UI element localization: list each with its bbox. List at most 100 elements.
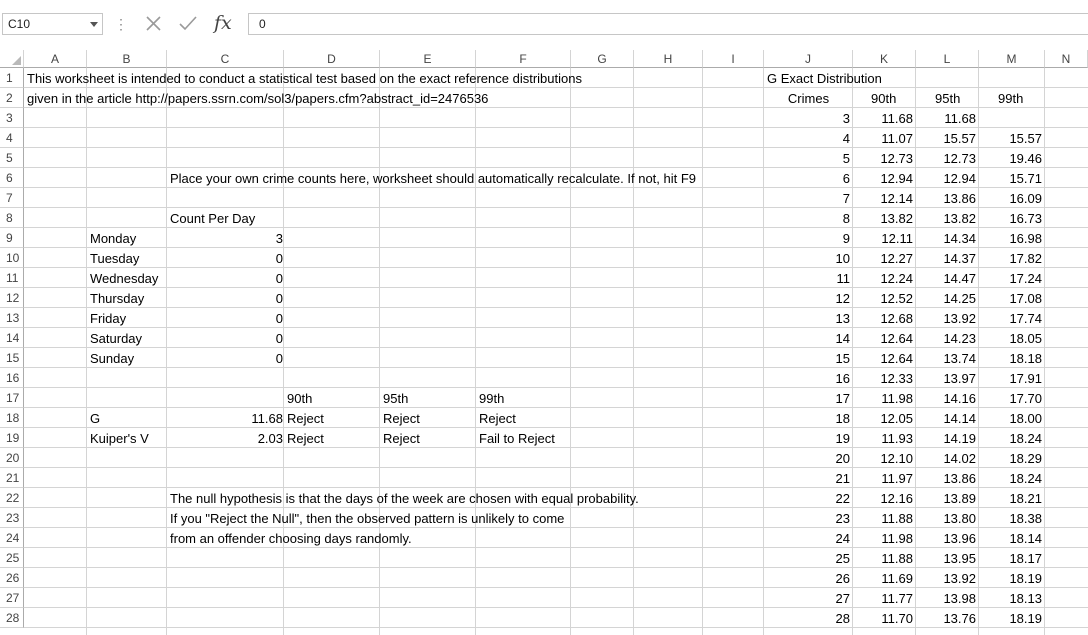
distribution-99th[interactable]: 18.19 [979,568,1045,588]
distribution-95th[interactable]: 13.96 [916,528,979,548]
distribution-95th[interactable]: 14.37 [916,248,979,268]
chevron-down-icon[interactable] [90,22,98,27]
test-result-99[interactable]: Fail to Reject [476,428,558,448]
row-header[interactable]: 17 [0,388,24,408]
select-all-corner[interactable] [0,50,24,68]
distribution-95th[interactable]: 14.14 [916,408,979,428]
distribution-crimes[interactable]: 19 [764,428,853,448]
note-line-3[interactable]: from an offender choosing days randomly. [167,528,415,548]
distribution-90th[interactable]: 11.97 [853,468,916,488]
column-header[interactable]: G [571,50,634,68]
distribution-99th[interactable]: 17.74 [979,308,1045,328]
row-header[interactable]: 10 [0,248,24,268]
distribution-99th[interactable] [979,108,1045,128]
distribution-90th[interactable]: 11.88 [853,548,916,568]
distribution-90th[interactable]: 12.24 [853,268,916,288]
row-header[interactable]: 27 [0,588,24,608]
distribution-95th[interactable]: 13.86 [916,188,979,208]
day-label[interactable]: Thursday [87,288,147,308]
test-header-90[interactable]: 90th [284,388,315,408]
distribution-90th[interactable]: 11.98 [853,388,916,408]
row-header[interactable]: 21 [0,468,24,488]
distribution-95th[interactable]: 14.34 [916,228,979,248]
distribution-90th[interactable]: 12.52 [853,288,916,308]
distribution-crimes[interactable]: 11 [764,268,853,288]
distribution-crimes[interactable]: 22 [764,488,853,508]
note-line-1[interactable]: The null hypothesis is that the days of … [167,488,642,508]
distribution-title[interactable]: G Exact Distribution [764,68,885,88]
distribution-90th[interactable]: 11.88 [853,508,916,528]
distribution-crimes[interactable]: 27 [764,588,853,608]
distribution-crimes[interactable]: 15 [764,348,853,368]
day-label[interactable]: Monday [87,228,139,248]
row-header[interactable]: 1 [0,68,24,88]
day-count[interactable]: 3 [167,228,286,248]
distribution-99th[interactable]: 18.24 [979,468,1045,488]
distribution-crimes[interactable]: 5 [764,148,853,168]
row-header[interactable]: 8 [0,208,24,228]
row-header[interactable]: 3 [0,108,24,128]
intro-line-2[interactable]: given in the article http://papers.ssrn.… [24,88,491,108]
distribution-crimes[interactable]: 8 [764,208,853,228]
distribution-95th[interactable]: 14.25 [916,288,979,308]
distribution-crimes[interactable]: 14 [764,328,853,348]
day-label[interactable]: Wednesday [87,268,161,288]
distribution-95th[interactable]: 13.86 [916,468,979,488]
row-header[interactable]: 2 [0,88,24,108]
distribution-crimes[interactable]: 12 [764,288,853,308]
distribution-99th[interactable]: 18.19 [979,608,1045,628]
test-result-95[interactable]: Reject [380,408,423,428]
distribution-header-99[interactable]: 99th [995,88,1026,108]
day-label[interactable]: Friday [87,308,129,328]
test-result-90[interactable]: Reject [284,428,327,448]
distribution-crimes[interactable]: 20 [764,448,853,468]
distribution-crimes[interactable]: 10 [764,248,853,268]
distribution-95th[interactable]: 14.16 [916,388,979,408]
distribution-99th[interactable]: 17.91 [979,368,1045,388]
distribution-99th[interactable]: 16.98 [979,228,1045,248]
distribution-99th[interactable]: 18.29 [979,448,1045,468]
distribution-99th[interactable]: 18.18 [979,348,1045,368]
distribution-99th[interactable]: 18.05 [979,328,1045,348]
day-count[interactable]: 0 [167,248,286,268]
row-header[interactable]: 9 [0,228,24,248]
test-result-95[interactable]: Reject [380,428,423,448]
column-header[interactable]: D [284,50,380,68]
formula-input[interactable]: 0 [248,13,1088,35]
distribution-99th[interactable]: 18.24 [979,428,1045,448]
distribution-crimes[interactable]: 24 [764,528,853,548]
distribution-90th[interactable]: 12.64 [853,348,916,368]
day-label[interactable]: Saturday [87,328,145,348]
distribution-header-95[interactable]: 95th [932,88,963,108]
row-header[interactable]: 19 [0,428,24,448]
note-line-2[interactable]: If you "Reject the Null", then the obser… [167,508,567,528]
distribution-99th[interactable]: 15.71 [979,168,1045,188]
distribution-95th[interactable]: 13.89 [916,488,979,508]
row-header[interactable]: 25 [0,548,24,568]
distribution-95th[interactable]: 13.76 [916,608,979,628]
cancel-icon[interactable] [140,12,168,36]
distribution-95th[interactable]: 13.97 [916,368,979,388]
row-header[interactable]: 24 [0,528,24,548]
distribution-99th[interactable]: 18.00 [979,408,1045,428]
distribution-99th[interactable]: 16.09 [979,188,1045,208]
distribution-95th[interactable]: 13.98 [916,588,979,608]
distribution-crimes[interactable]: 13 [764,308,853,328]
distribution-90th[interactable]: 12.27 [853,248,916,268]
row-header[interactable]: 15 [0,348,24,368]
column-header[interactable]: L [916,50,979,68]
more-options-icon[interactable]: ⋮ [114,15,128,33]
day-count[interactable]: 0 [167,348,286,368]
column-header[interactable]: N [1045,50,1088,68]
column-header[interactable]: A [24,50,87,68]
distribution-95th[interactable]: 14.19 [916,428,979,448]
distribution-99th[interactable]: 18.14 [979,528,1045,548]
intro-line-1[interactable]: This worksheet is intended to conduct a … [24,68,585,88]
distribution-99th[interactable]: 17.82 [979,248,1045,268]
distribution-90th[interactable]: 11.69 [853,568,916,588]
distribution-crimes[interactable]: 16 [764,368,853,388]
test-header-99[interactable]: 99th [476,388,507,408]
distribution-95th[interactable]: 13.82 [916,208,979,228]
test-name[interactable]: G [87,408,103,428]
distribution-99th[interactable]: 16.73 [979,208,1045,228]
